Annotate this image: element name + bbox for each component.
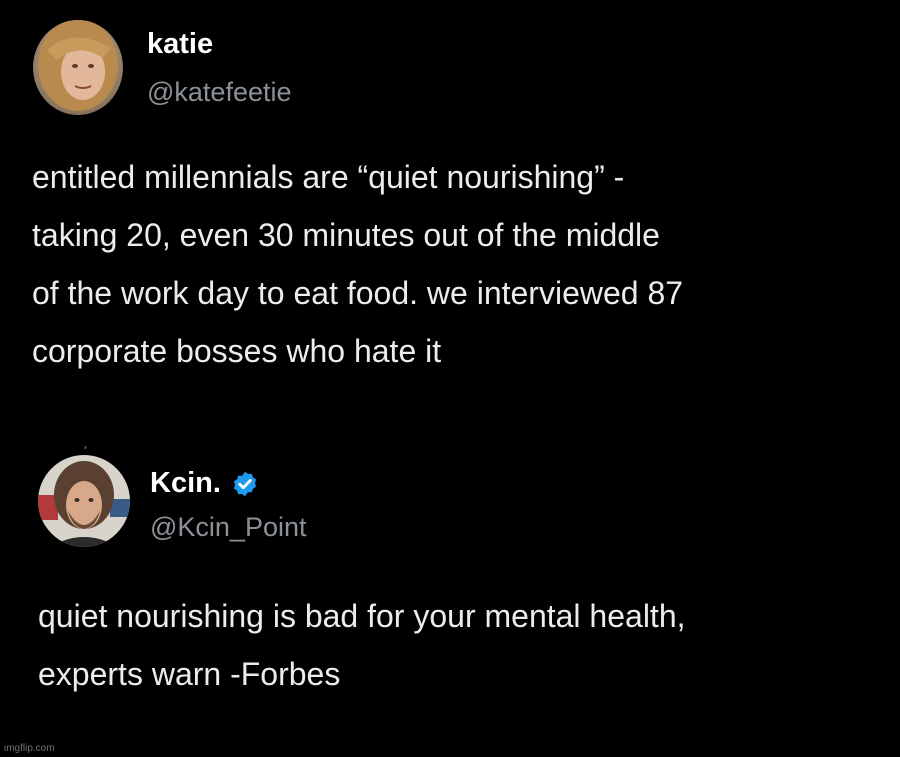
- display-name[interactable]: katie: [147, 28, 213, 61]
- post-text-line: quiet nourishing is bad for your mental …: [38, 598, 686, 634]
- post-text-line: taking 20, even 30 minutes out of the mi…: [32, 217, 660, 253]
- avatar-kcin-image: [38, 455, 130, 547]
- post-text-line: corporate bosses who hate it: [32, 333, 442, 369]
- post-text-line: of the work day to eat food. we intervie…: [32, 275, 684, 311]
- avatar-katie[interactable]: [33, 20, 123, 115]
- avatar-kcin[interactable]: [38, 455, 130, 547]
- divider-dot: [84, 446, 87, 449]
- post-text: entitled millennials are “quiet nourishi…: [32, 148, 877, 380]
- verified-badge-icon: [233, 471, 256, 496]
- display-name-text[interactable]: Kcin.: [150, 467, 221, 500]
- display-name[interactable]: Kcin.: [150, 467, 259, 500]
- display-name-text[interactable]: katie: [147, 28, 213, 61]
- watermark: imgflip.com: [4, 743, 55, 754]
- user-handle[interactable]: @katefeetie: [147, 77, 292, 108]
- avatar-katie-image: [33, 20, 123, 115]
- post-text-line: entitled millennials are “quiet nourishi…: [32, 159, 625, 195]
- post-text: quiet nourishing is bad for your mental …: [38, 587, 883, 703]
- user-handle[interactable]: @Kcin_Point: [150, 512, 307, 543]
- post-text-line: experts warn -Forbes: [38, 656, 341, 692]
